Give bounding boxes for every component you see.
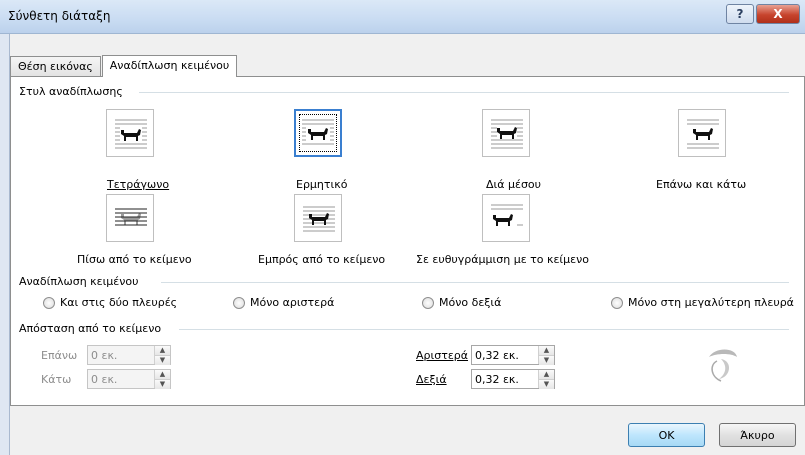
title-bar: Σύνθετη διάταξη ? X [0,0,805,34]
wrap-top-bottom-icon [678,109,726,157]
radio-label: Και στις δύο πλευρές [60,296,178,309]
spinner-arrows[interactable]: ▲ ▼ [154,370,170,389]
distance-right-value: 0,32 εκ. [475,372,519,386]
cancel-button[interactable]: Άκυρο [719,423,796,447]
help-button[interactable]: ? [726,4,754,24]
distance-left-label: Αριστερά [416,349,469,362]
distance-top-value: 0 εκ. [91,348,118,362]
radio-label: Μόνο δεξιά [439,296,502,309]
wrap-tight-option[interactable] [294,109,342,157]
group-divider [139,92,789,93]
distance-top-spinner[interactable]: 0 εκ. ▲ ▼ [87,345,171,365]
radio-left-only[interactable]: Μόνο αριστερά [233,296,334,309]
wrap-inline-label: Σε ευθυγράμμιση με το κείμενο [416,253,589,266]
ok-button[interactable]: OK [628,423,705,447]
radio-circle [422,296,434,309]
distance-group-label: Απόσταση από το κείμενο [19,322,162,335]
distance-right-label: Δεξιά [416,373,447,386]
wrap-behind-label: Πίσω από το κείμενο [77,253,192,266]
wrap-inline-icon [482,194,530,242]
tab-picture-position[interactable]: Θέση εικόνας [10,56,101,76]
wrap-top-bottom-option[interactable] [678,109,726,157]
distance-left-spinner[interactable]: 0,32 εκ. ▲ ▼ [471,345,555,365]
distance-top-label: Επάνω [41,349,78,362]
wrap-tight-icon [294,109,342,157]
distance-left-value: 0,32 εκ. [475,348,519,362]
spinner-arrows[interactable]: ▲ ▼ [154,346,170,365]
spinner-arrows[interactable]: ▲ ▼ [538,370,554,389]
distance-bottom-spinner[interactable]: 0 εκ. ▲ ▼ [87,369,171,389]
wrap-top-bottom-label: Επάνω και κάτω [656,178,747,191]
wrap-behind-icon [106,194,154,242]
radio-circle [611,296,623,309]
wrap-front-option[interactable] [294,194,342,242]
close-button[interactable]: X [756,4,800,24]
wrap-through-icon [482,109,530,157]
wrap-front-label: Εμπρός από το κείμενο [258,253,386,266]
preview-swirl-icon [701,343,743,388]
window-title: Σύνθετη διάταξη [8,9,111,23]
wrap-square-label: Τετράγωνο [107,178,170,191]
radio-largest-only[interactable]: Μόνο στη μεγαλύτερη πλευρά [611,296,794,309]
window-frame-left [0,34,10,455]
tab-text-wrapping[interactable]: Αναδίπλωση κειμένου [101,55,238,77]
wrap-tight-label: Ερμητικό [296,178,348,191]
radio-circle [233,296,245,309]
wrap-square-option[interactable] [106,109,154,157]
radio-both-sides[interactable]: Και στις δύο πλευρές [43,296,177,309]
distance-bottom-label: Κάτω [41,373,72,386]
radio-label: Μόνο στη μεγαλύτερη πλευρά [628,296,794,309]
group-divider [161,282,789,283]
wrap-front-icon [294,194,342,242]
wrap-inline-option[interactable] [482,194,530,242]
tab-panel: Στυλ αναδίπλωσης Τετράγωνο Ερμητικό Διά … [10,76,805,406]
distance-right-spinner[interactable]: 0,32 εκ. ▲ ▼ [471,369,555,389]
spinner-arrows[interactable]: ▲ ▼ [538,346,554,365]
radio-circle [43,296,55,309]
wrap-through-label: Διά μέσου [486,178,542,191]
distance-bottom-value: 0 εκ. [91,372,118,386]
wrap-behind-option[interactable] [106,194,154,242]
radio-label: Μόνο αριστερά [250,296,335,309]
group-divider [179,329,789,330]
wrap-square-icon [106,109,154,157]
wrap-style-group-label: Στυλ αναδίπλωσης [19,85,123,98]
wrap-text-group-label: Αναδίπλωση κειμένου [19,275,139,288]
radio-right-only[interactable]: Μόνο δεξιά [422,296,501,309]
tab-strip: Θέση εικόνας Αναδίπλωση κειμένου [10,55,238,77]
wrap-through-option[interactable] [482,109,530,157]
